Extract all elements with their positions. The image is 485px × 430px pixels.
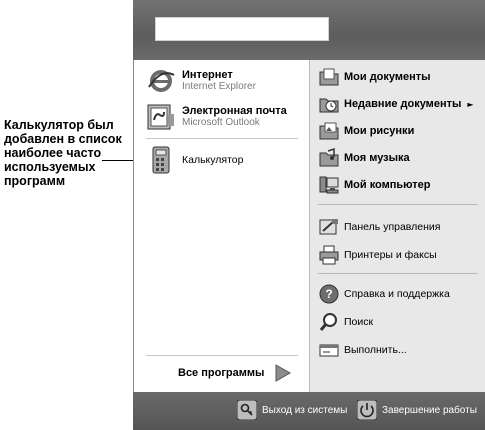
callout-line-2: добавлен в список: [4, 132, 122, 146]
all-programs-label: Все программы: [178, 367, 265, 379]
power-icon: [357, 400, 377, 420]
pinned-item-title: Интернет: [182, 69, 233, 81]
start-menu: Интернет Internet Explorer Электронная п…: [133, 0, 485, 430]
run-icon: [319, 344, 339, 357]
callout-line-4: используемых: [4, 160, 96, 174]
left-bottom-separator: [146, 355, 298, 356]
green-arrow-right-icon: [275, 364, 292, 382]
right-item-label: Моя музыка: [344, 152, 410, 164]
callout-line-3: наиболее часто: [4, 146, 102, 160]
logoff-label: Выход из системы: [262, 404, 348, 416]
right-item-my-documents[interactable]: Мои документы: [318, 66, 431, 88]
right-item-help[interactable]: ? Справка и поддержка: [318, 283, 450, 305]
logoff-button[interactable]: Выход из системы: [237, 400, 347, 420]
control-panel-icon: [319, 219, 338, 235]
svg-text:?: ?: [325, 287, 332, 301]
printers-icon: [319, 245, 339, 265]
calculator-icon: [152, 146, 170, 174]
right-item-control-panel[interactable]: Панель управления: [318, 216, 440, 238]
my-music-icon: [319, 147, 339, 167]
pinned-item-title: Электронная почта: [182, 105, 287, 117]
right-separator: [318, 273, 478, 274]
my-pictures-icon: [319, 122, 339, 140]
callout-line-5: программ: [4, 174, 66, 188]
start-menu-left-pane: Интернет Internet Explorer Электронная п…: [133, 60, 310, 392]
pinned-item-email[interactable]: Электронная почта Microsoft Outlook: [146, 102, 287, 132]
shutdown-label: Завершение работы: [382, 404, 477, 416]
right-item-label: Недавние документы: [344, 98, 462, 110]
pinned-item-subtitle: Microsoft Outlook: [182, 117, 260, 128]
key-icon: [237, 400, 257, 420]
shutdown-button[interactable]: Завершение работы: [357, 400, 477, 420]
right-item-label: Мой компьютер: [344, 179, 431, 191]
recent-item-calculator[interactable]: Калькулятор: [146, 145, 243, 175]
left-separator: [146, 138, 298, 139]
start-menu-header: [133, 0, 485, 60]
right-item-label: Выполнить...: [344, 344, 407, 356]
outlook-icon: [147, 104, 174, 130]
user-name-box: [155, 17, 329, 41]
internet-explorer-icon: [148, 70, 175, 92]
my-computer-icon: [319, 176, 339, 194]
pinned-item-subtitle: Internet Explorer: [182, 81, 256, 92]
help-icon: ?: [319, 284, 339, 304]
right-separator: [318, 204, 478, 205]
right-item-search[interactable]: Поиск: [318, 311, 373, 333]
right-item-run[interactable]: Выполнить...: [318, 339, 407, 361]
right-item-label: Поиск: [344, 316, 374, 328]
submenu-arrow-icon: ►: [467, 99, 474, 109]
start-menu-right-pane: Мои документы Недавние документы ► Мои р…: [309, 60, 485, 392]
right-item-label: Справка и поддержка: [344, 288, 450, 300]
right-item-my-pictures[interactable]: Мои рисунки: [318, 120, 414, 142]
callout-line-1: Калькулятор был: [4, 118, 114, 132]
recent-documents-icon: [319, 98, 339, 113]
search-icon: [319, 313, 337, 331]
all-programs-button[interactable]: Все программы: [178, 363, 292, 383]
right-item-my-computer[interactable]: Мой компьютер: [318, 174, 431, 196]
my-documents-icon: [319, 68, 339, 86]
right-item-recent-documents[interactable]: Недавние документы ►: [318, 93, 474, 115]
right-item-label: Мои документы: [344, 71, 431, 83]
right-item-label: Принтеры и факсы: [344, 249, 437, 261]
recent-item-label: Калькулятор: [182, 154, 244, 166]
right-item-printers[interactable]: Принтеры и факсы: [318, 244, 437, 266]
right-item-label: Панель управления: [344, 221, 441, 233]
right-item-label: Мои рисунки: [344, 125, 415, 137]
start-menu-footer: Выход из системы Завершение работы: [133, 392, 485, 430]
right-item-my-music[interactable]: Моя музыка: [318, 147, 410, 169]
pinned-item-internet[interactable]: Интернет Internet Explorer: [146, 66, 256, 96]
callout-annotation: Калькулятор был добавлен в список наибол…: [4, 118, 142, 188]
